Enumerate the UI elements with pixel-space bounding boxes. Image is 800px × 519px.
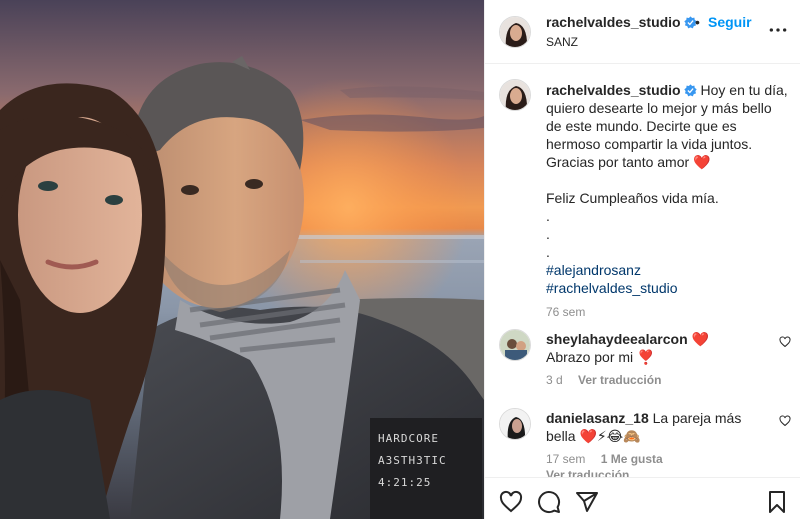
heart-icon[interactable] xyxy=(499,490,523,514)
heart-icon[interactable] xyxy=(779,336,791,348)
comment-text-block: danielasanz_18 La pareja más bella ❤️⚡😂🙈 xyxy=(546,409,756,445)
comment-timestamp: 17 sem xyxy=(546,452,586,466)
hashtag-link[interactable]: #rachelvaldes_studio xyxy=(546,279,788,297)
avatar[interactable] xyxy=(499,16,531,48)
bookmark-icon[interactable] xyxy=(765,490,789,514)
comment-avatar[interactable] xyxy=(499,329,531,361)
post-location[interactable]: SANZ xyxy=(546,35,578,49)
hashtag-link[interactable]: #alejandrosanz xyxy=(546,261,788,279)
caption-timestamp: 76 sem xyxy=(546,305,586,319)
comment-icon[interactable] xyxy=(537,490,561,514)
post-side-panel: rachelvaldes_studio • Seguir SANZ rachel… xyxy=(484,0,800,519)
post-header: rachelvaldes_studio • Seguir SANZ xyxy=(485,0,800,64)
comment-likes[interactable]: 1 Me gusta xyxy=(601,452,663,466)
heart-icon[interactable] xyxy=(779,415,791,427)
caption-avatar[interactable] xyxy=(499,79,531,111)
caption-username-text[interactable]: rachelvaldes_studio xyxy=(546,82,681,98)
post-action-bar xyxy=(485,477,800,519)
comment-actions: 3 d Ver traducción xyxy=(546,373,673,387)
see-translation-button[interactable]: Ver traducción xyxy=(578,373,661,387)
comment-timestamp: 3 d xyxy=(546,373,563,387)
post-username[interactable]: rachelvaldes_studio xyxy=(546,14,697,30)
avatar-image xyxy=(500,330,530,360)
comment-avatar[interactable] xyxy=(499,408,531,440)
comment-username[interactable]: sheylahaydeealarcon xyxy=(546,331,688,347)
comment-username[interactable]: danielasanz_18 xyxy=(546,410,649,426)
comment-text-block: sheylahaydeealarcon ❤️ Abrazo por mi ❣️ xyxy=(546,330,756,366)
more-options-icon[interactable] xyxy=(768,20,788,40)
comment-actions-secondary: Ver traducción xyxy=(546,468,641,477)
avatar-image xyxy=(500,80,530,110)
post-username-text[interactable]: rachelvaldes_studio xyxy=(546,14,681,30)
comment-actions: 17 sem 1 Me gusta xyxy=(546,452,675,466)
caption-text-block: rachelvaldes_studio Hoy en tu día, quier… xyxy=(546,81,788,321)
post-photo[interactable]: HARDCORE A3STH3TIC 4:21:25 xyxy=(0,0,484,519)
follow-button[interactable]: Seguir xyxy=(708,14,752,30)
patch-line-1: HARDCORE xyxy=(378,432,439,445)
avatar-image xyxy=(500,17,530,47)
patch-line-2: A3STH3TIC xyxy=(378,454,447,467)
jacket-patch-text: HARDCORE A3STH3TIC 4:21:25 xyxy=(378,428,478,494)
caption-body: Hoy en tu día, quiero desearte lo mejor … xyxy=(546,82,788,260)
verified-badge-icon xyxy=(683,84,697,97)
see-translation-button[interactable]: Ver traducción xyxy=(546,468,629,477)
share-icon[interactable] xyxy=(575,490,599,514)
patch-line-3: 4:21:25 xyxy=(378,476,432,489)
separator-dot: • xyxy=(695,14,700,30)
avatar-image xyxy=(500,409,530,439)
comments-scroll-area[interactable]: rachelvaldes_studio Hoy en tu día, quier… xyxy=(485,65,800,477)
caption-username[interactable]: rachelvaldes_studio xyxy=(546,82,697,98)
